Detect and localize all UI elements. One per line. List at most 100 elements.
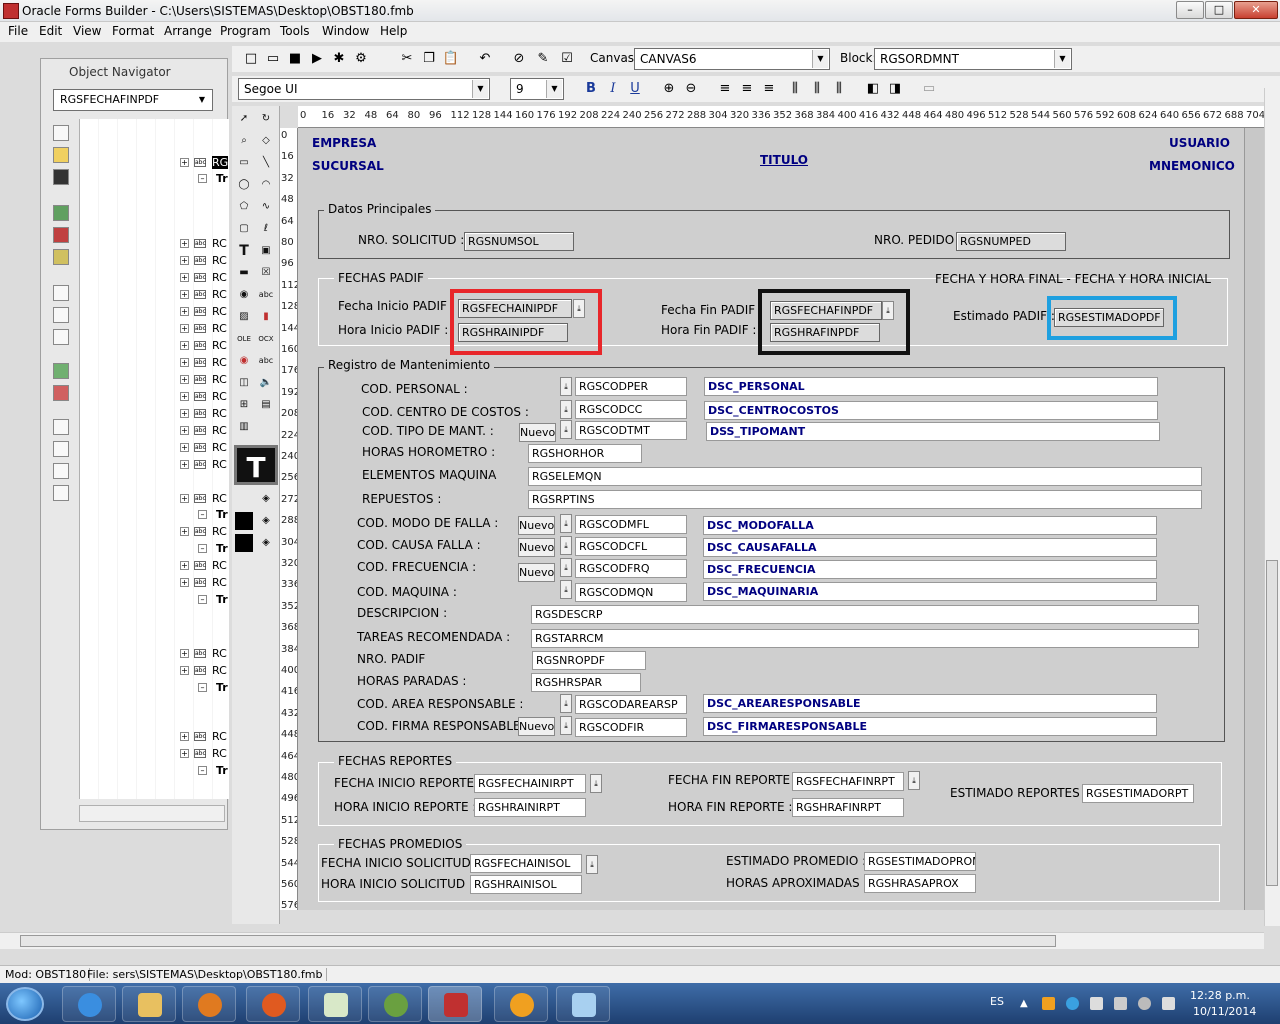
dsc-personal-field[interactable]: DSC_PERSONAL [704,377,1158,396]
navigator-tree-item[interactable]: + abc RC [78,647,228,661]
tree-expand-icon[interactable]: + [180,409,189,418]
font-size-select[interactable]: 9 ▼ [510,78,564,100]
descripcion-field[interactable]: RGSDESCRP [531,605,1199,624]
taskbar-app-icon[interactable] [308,986,362,1022]
create-icon[interactable] [53,363,69,379]
lov-causa-falla-icon[interactable]: ⤓ [560,536,572,555]
vertical-scrollbar-thumb[interactable] [1266,560,1278,886]
menu-view[interactable]: View [73,24,101,38]
tree-expand-icon[interactable]: + [180,239,189,248]
header-mnemonico[interactable]: MNEMONICO [1149,159,1235,173]
lov-area-responsable-icon[interactable]: ⤓ [560,694,572,713]
button-icon[interactable]: ▬ [235,264,253,282]
taskbar-window-icon[interactable] [556,986,610,1022]
tray-volume-icon[interactable] [1162,997,1175,1010]
tareas-recomendada-field[interactable]: RGSTARRCM [531,629,1199,648]
navigator-tree-item[interactable]: + abc RC [78,664,228,678]
navigator-tree-item[interactable]: + abc RC [78,492,228,506]
bean-area-icon[interactable]: ▤ [257,396,275,414]
navigator-find-select[interactable]: RGSFECHAFINPDF ▼ [53,89,213,111]
menu-arrange[interactable]: Arrange [164,24,212,38]
debug-icon[interactable] [53,227,69,243]
lov-frecuencia-icon[interactable]: ⤓ [560,558,572,577]
dsc-causa-falla-field[interactable]: DSC_CAUSAFALLA [703,538,1157,557]
nro-pedido-field[interactable]: RGSNUMPED [956,232,1066,251]
italic-button[interactable]: I [604,80,622,98]
navigator-tree-item[interactable]: – Tr [78,542,228,556]
canvas-select[interactable]: CANVAS6 ▼ [634,48,830,70]
send-to-back-icon[interactable]: ◨ [886,80,904,98]
menu-program[interactable]: Program [220,24,271,38]
text-item-icon[interactable]: abc [257,286,275,304]
lov-personal-icon[interactable]: ⤓ [560,377,572,396]
lov-maquina-icon[interactable]: ⤓ [560,580,572,599]
tree-expand-icon[interactable]: + [180,460,189,469]
lov-tipo-mant-icon[interactable]: ⤓ [560,420,572,439]
dsc-frecuencia-field[interactable]: DSC_FRECUENCIA [703,560,1157,579]
menu-window[interactable]: Window [322,24,369,38]
tree-expand-icon[interactable]: – [198,766,207,775]
tree-expand-icon[interactable]: + [180,443,189,452]
ocx-icon[interactable]: OCX [257,330,275,348]
magnify-icon[interactable]: ⌕ [235,132,253,150]
navigator-tree-item[interactable]: + abc RC [78,458,228,472]
navigator-tree-item[interactable]: + abc RC [78,441,228,455]
run-icon[interactable] [53,205,69,221]
navigator-horizontal-scrollbar[interactable] [79,805,225,822]
navigator-tree-item[interactable]: + abc RC [78,322,228,336]
navigator-tree-item[interactable]: + abc RC [78,407,228,421]
layout-canvas[interactable]: EMPRESA SUCURSAL TITULO USUARIO MNEMONIC… [298,128,1264,910]
checklist-icon[interactable]: ☑ [558,50,576,68]
tray-disc-icon[interactable] [1138,997,1151,1010]
block-select[interactable]: RGSORDMNT ▼ [874,48,1072,70]
tree-expand-icon[interactable]: + [180,392,189,401]
dsc-firma-responsable-field[interactable]: DSC_FIRMARESPONSABLE [703,717,1157,736]
zoom-out-icon[interactable]: ⊖ [682,80,700,98]
hora-inicio-reporte-field[interactable]: RGSHRAINIRPT [474,798,586,817]
open-folder-icon[interactable]: ▭ [264,50,282,68]
cod-area-responsable-field[interactable]: RGSCODAREARSP [575,695,687,714]
tree-expand-icon[interactable]: + [180,256,189,265]
rotate-icon[interactable]: ↻ [257,110,275,128]
fecha-fin-reporte-field[interactable]: RGSFECHAFINRPT [792,772,904,791]
tree-expand-icon[interactable]: – [198,544,207,553]
align-middle-icon[interactable]: ⫼ [808,80,826,98]
lov-fecha-inicio-reporte-icon[interactable]: ⤓ [590,774,602,793]
taskbar-outlook-icon[interactable] [494,986,548,1022]
menu-edit[interactable]: Edit [39,24,62,38]
tree-expand-icon[interactable]: + [180,494,189,503]
menu-file[interactable]: File [8,24,28,38]
tree-expand-icon[interactable]: + [180,158,189,167]
navigator-tree-item[interactable]: – Tr [78,681,228,695]
frame-icon[interactable]: ▣ [257,242,275,260]
frame-fechas-promedios[interactable] [318,844,1220,902]
horas-aproximadas-field[interactable]: RGSHRASAPROX [864,874,976,893]
navigator-tree-item[interactable]: + abc RC [78,237,228,251]
header-usuario[interactable]: USUARIO [1169,136,1230,150]
bold-button[interactable]: B [582,80,600,98]
dsc-area-responsable-field[interactable]: DSC_AREARESPONSABLE [703,694,1157,713]
dsc-centro-costos-field[interactable]: DSC_CENTROCOSTOS [704,401,1158,420]
navigator-tree-item[interactable]: + abc RG [78,156,229,170]
lov-fecha-inicio-solicitud-icon[interactable]: ⤓ [586,855,598,874]
fecha-inicio-reporte-field[interactable]: RGSFECHAINIRPT [474,774,586,793]
delete-icon[interactable] [53,385,69,401]
tree-expand-icon[interactable]: + [180,649,189,658]
clock-date[interactable]: 10/11/2014 [1193,1005,1256,1018]
sound-icon[interactable]: 🔈 [257,374,275,392]
navigator-tree-item[interactable]: + abc RC [78,288,228,302]
paste-icon[interactable]: 📋 [442,50,460,68]
tray-flag-icon[interactable] [1090,997,1103,1010]
tree-expand-icon[interactable]: + [180,578,189,587]
nro-padif-field[interactable]: RGSNROPDF [532,651,646,670]
navigator-tree-item[interactable]: + abc RC [78,305,228,319]
compile-icon[interactable] [53,249,69,265]
fill-color-icon[interactable]: ◈ [257,490,275,508]
taskbar-media-player-icon[interactable] [182,986,236,1022]
cod-frecuencia-field[interactable]: RGSCODFRQ [575,559,687,578]
hora-inicio-solicitud-field[interactable]: RGSHRAINISOL [470,875,582,894]
ole-icon[interactable]: OLE [235,330,253,348]
header-empresa[interactable]: EMPRESA [312,136,376,150]
nro-solicitud-field[interactable]: RGSNUMSOL [464,232,574,251]
collapse-all-icon[interactable] [53,485,69,501]
